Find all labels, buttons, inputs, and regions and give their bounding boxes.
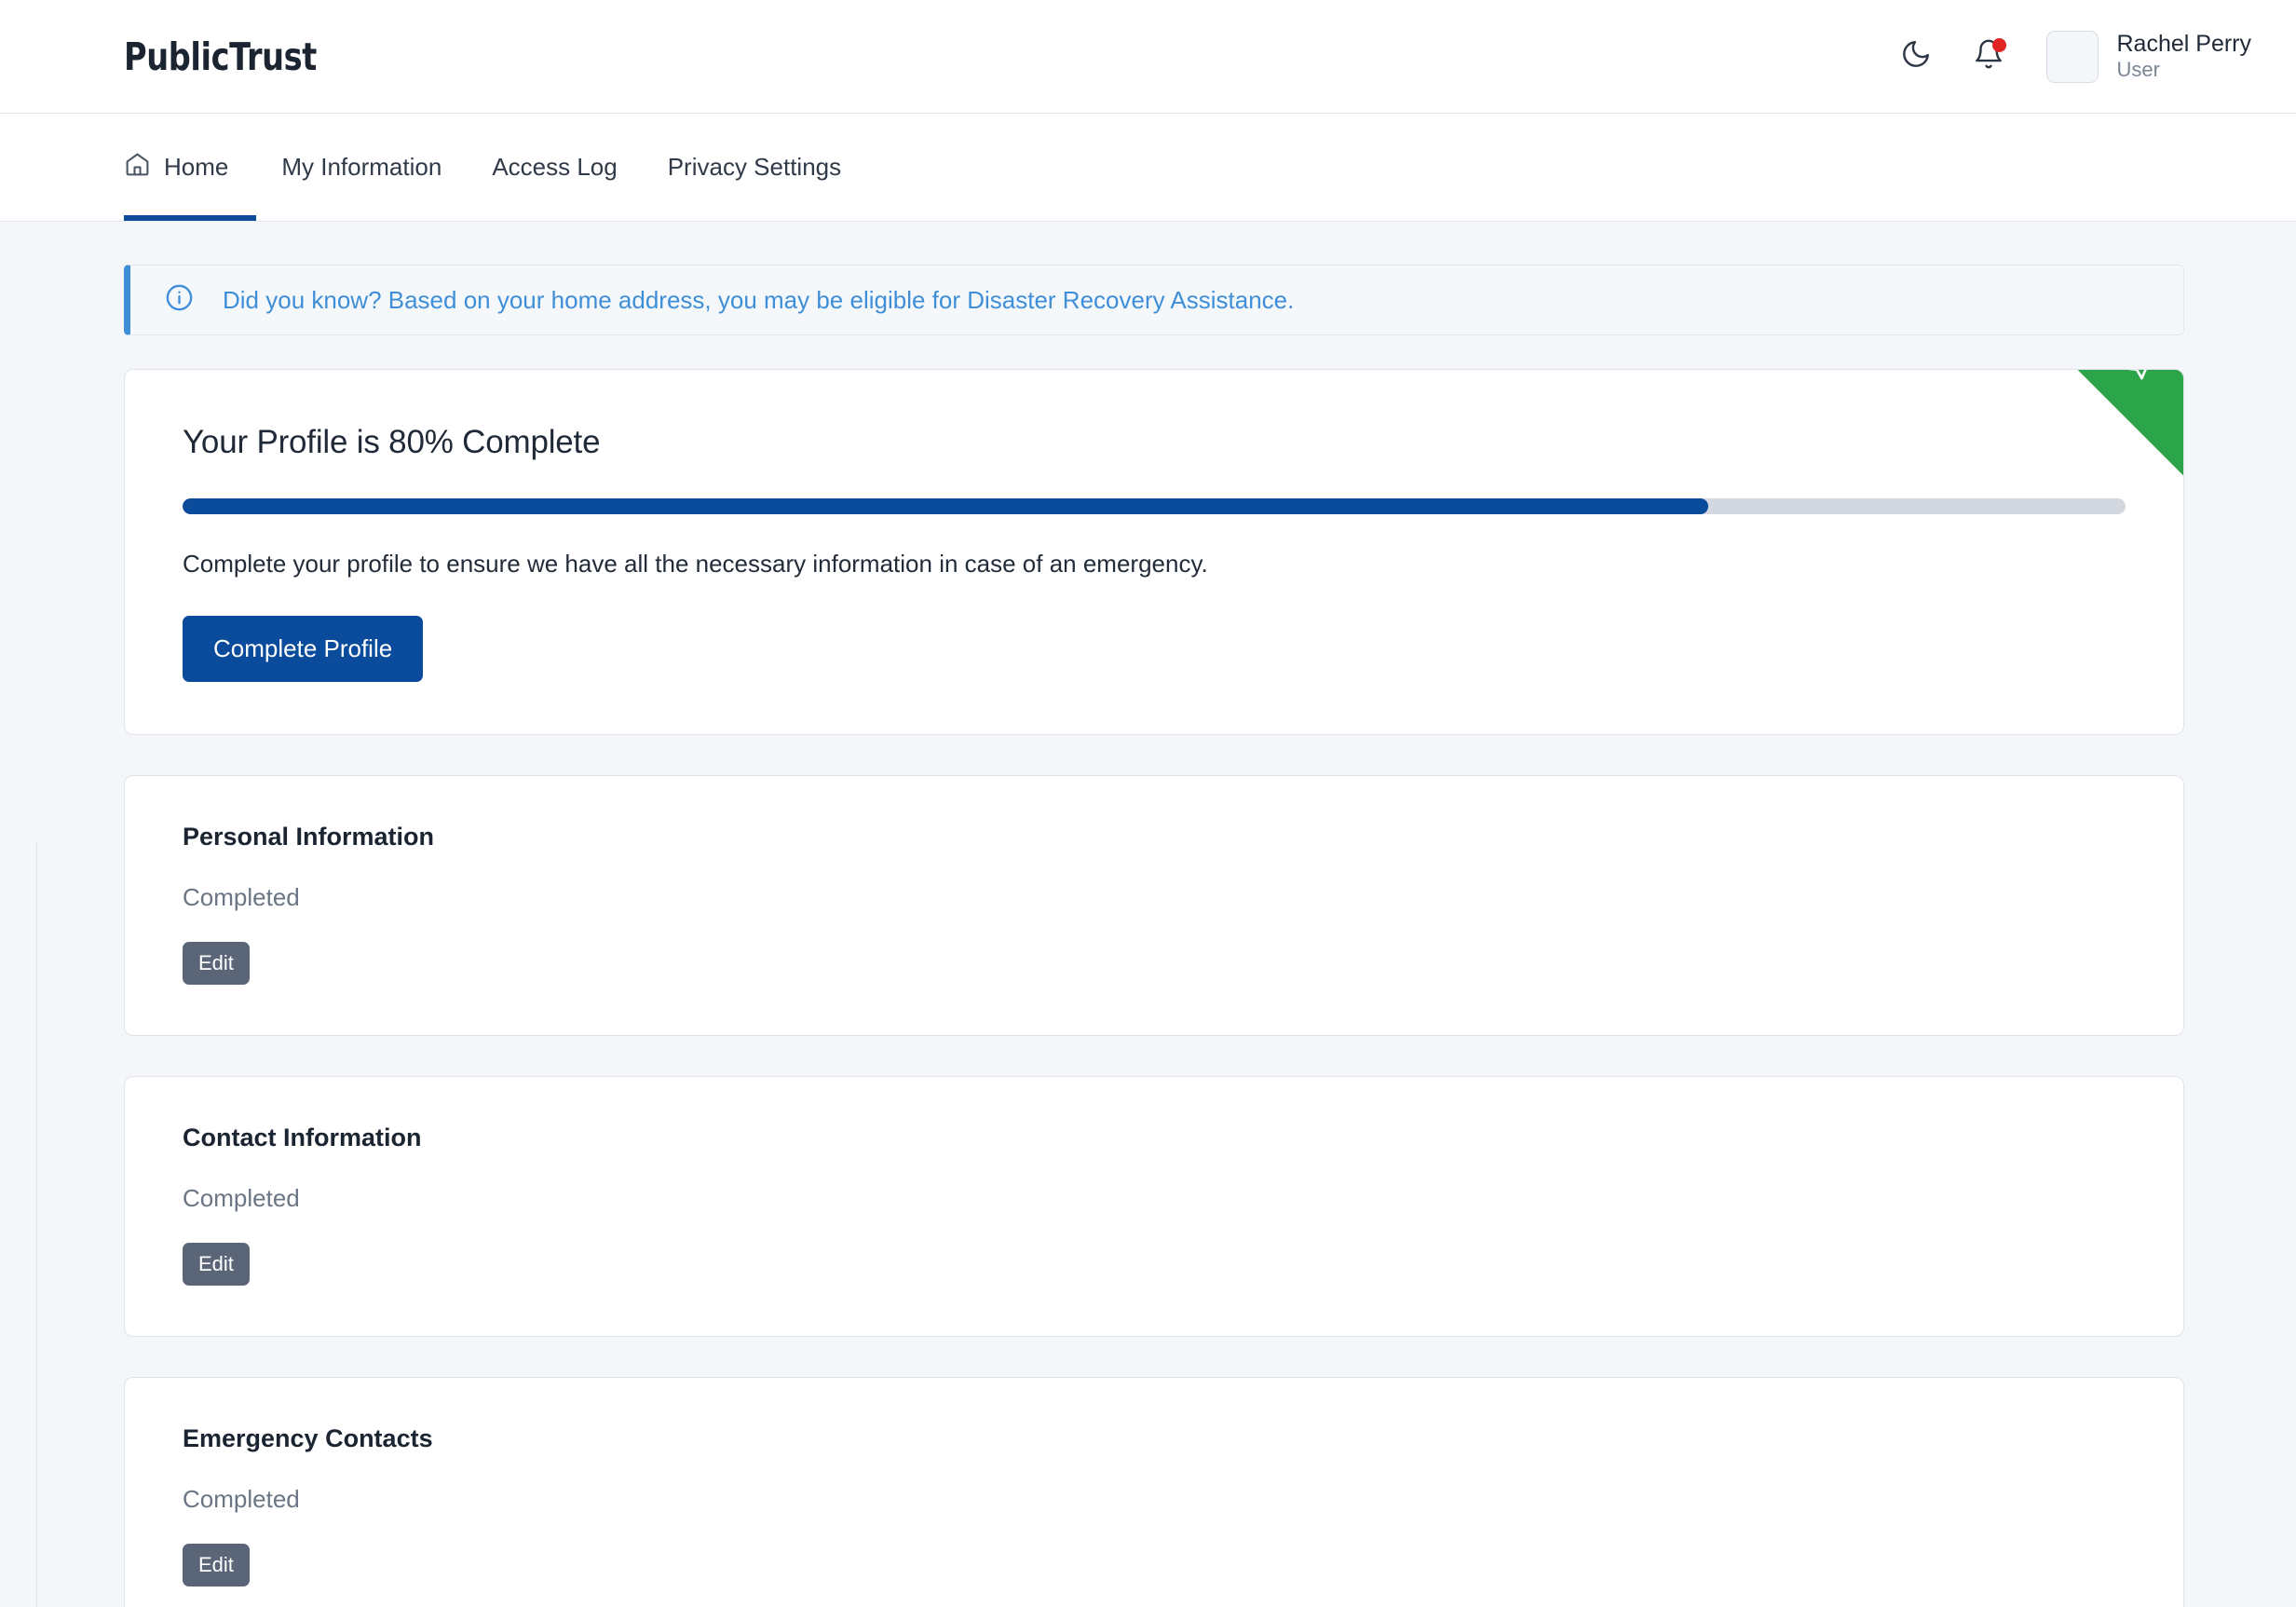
info-banner-text: Did you know? Based on your home address… <box>223 285 1295 314</box>
notification-unread-badge <box>1991 37 2006 52</box>
profile-progress-fill <box>183 498 1708 514</box>
nav-item-home-label: Home <box>164 153 229 181</box>
edit-emergency-contacts-button[interactable]: Edit <box>183 1544 250 1587</box>
user-name: Rachel Perry <box>2116 30 2252 57</box>
nav-item-my-information[interactable]: My Information <box>256 114 467 221</box>
profile-completion-description: Complete your profile to ensure we have … <box>183 550 1208 578</box>
app-logo[interactable]: PublicTrust <box>124 34 317 79</box>
profile-completion-title: Your Profile is 80% Complete <box>183 424 601 460</box>
avatar <box>2045 30 2099 83</box>
section-card-contact-information: Contact Information Completed Edit <box>124 1076 2184 1337</box>
nav-item-my-information-label: My Information <box>281 153 442 181</box>
nav-item-access-log-label: Access Log <box>492 153 618 181</box>
moon-icon <box>1900 38 1932 75</box>
complete-profile-button[interactable]: Complete Profile <box>183 616 424 682</box>
section-card-personal-information: Personal Information Completed Edit <box>124 775 2184 1036</box>
edit-contact-information-button[interactable]: Edit <box>183 1243 250 1286</box>
section-card-emergency-contacts: Emergency Contacts Completed Edit <box>124 1377 2184 1607</box>
top-header-bar: PublicTrust Rachel Perry User <box>0 0 2296 114</box>
notifications-button[interactable] <box>1968 36 2009 77</box>
info-banner: Did you know? Based on your home address… <box>124 265 2184 335</box>
main-navigation: Home My Information Access Log Privacy S… <box>0 114 2296 222</box>
profile-progress-bar <box>183 498 2126 514</box>
main-content: Did you know? Based on your home address… <box>0 265 2296 1607</box>
dark-mode-toggle-button[interactable] <box>1895 36 1936 77</box>
section-status: Completed <box>183 1184 300 1212</box>
section-title: Personal Information <box>183 823 435 851</box>
nav-item-privacy-settings[interactable]: Privacy Settings <box>643 114 866 221</box>
nav-item-privacy-settings-label: Privacy Settings <box>667 153 842 181</box>
user-role: User <box>2116 58 2160 82</box>
section-status: Completed <box>183 883 300 911</box>
profile-completion-card: Your Profile is 80% Complete Complete yo… <box>124 369 2184 735</box>
nav-item-access-log[interactable]: Access Log <box>467 114 642 221</box>
layout-divider-rule <box>36 842 37 1607</box>
header-actions: Rachel Perry User <box>1895 30 2252 83</box>
info-circle-icon <box>164 282 195 318</box>
section-title: Contact Information <box>183 1124 422 1151</box>
section-title: Emergency Contacts <box>183 1424 433 1452</box>
user-menu[interactable]: Rachel Perry User <box>2045 30 2252 83</box>
section-status: Completed <box>183 1485 300 1513</box>
nav-item-home[interactable]: Home <box>124 114 257 221</box>
star-icon <box>2115 370 2168 388</box>
user-identity: Rachel Perry User <box>2117 31 2252 82</box>
home-icon <box>124 151 151 184</box>
edit-personal-information-button[interactable]: Edit <box>183 942 250 985</box>
